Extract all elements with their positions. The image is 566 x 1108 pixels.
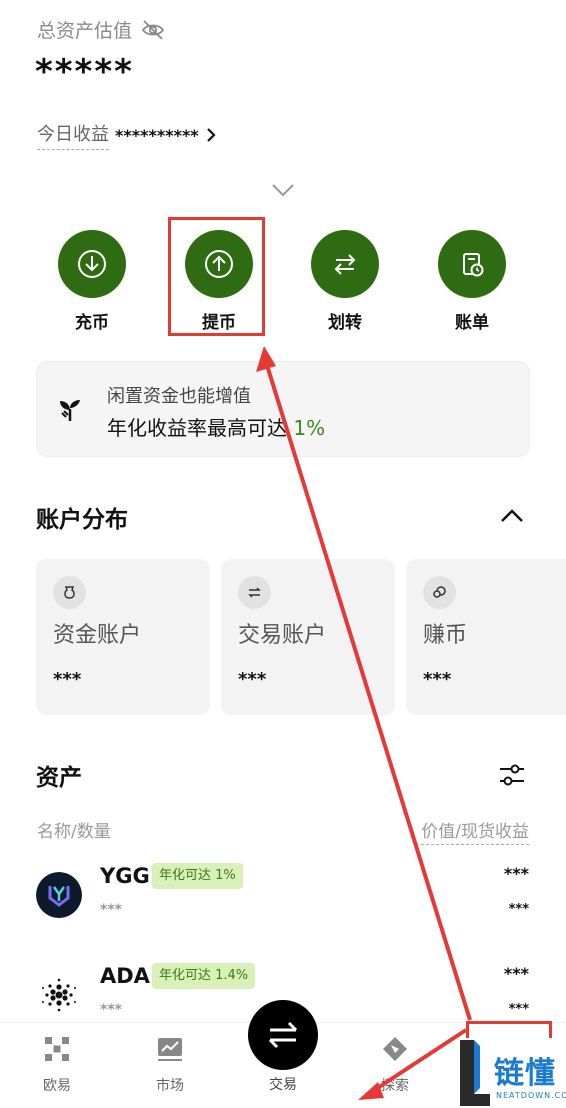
total-assets-text: 总资产估值 — [37, 20, 133, 42]
bill-label: 账单 — [455, 313, 489, 333]
exchange-icon — [248, 587, 261, 598]
sprout-icon — [60, 400, 80, 421]
asset-amount: *** — [100, 902, 122, 918]
transfer-button[interactable]: 划转 — [295, 230, 395, 333]
filter-icon[interactable] — [497, 760, 527, 790]
funding-account-value: *** — [53, 669, 82, 690]
funding-icon-wrap — [53, 576, 86, 609]
earn-account-name: 赚币 — [423, 623, 468, 648]
nav-label-trade: 交易 — [269, 1077, 297, 1093]
nav-label: 欧易 — [43, 1078, 71, 1094]
transfer-circle — [311, 230, 379, 298]
today-earnings-label: 今日收益 — [37, 120, 109, 150]
account-distribution-title: 账户分布 — [36, 507, 128, 533]
today-earnings-value: ********** — [115, 125, 199, 145]
apy-badge[interactable]: 年化可达 1.4% — [152, 963, 256, 989]
asset-amount: *** — [100, 1002, 122, 1018]
deposit-label: 充币 — [75, 313, 109, 333]
chevron-up-icon[interactable] — [498, 504, 526, 528]
asset-profit: *** — [508, 1002, 529, 1017]
bill-icon — [463, 253, 484, 277]
download-icon — [78, 250, 106, 278]
chevron-down-icon[interactable] — [270, 180, 296, 200]
okx-logo-icon — [45, 1037, 69, 1061]
promo-rate: 1% — [293, 416, 326, 440]
ada-coin-icon — [36, 972, 82, 1018]
asset-value: *** — [503, 964, 529, 983]
earn-account-value: *** — [423, 669, 452, 690]
watermark-brand: 链懂 — [494, 1056, 556, 1091]
wallet-icon — [64, 586, 75, 599]
earn-icon-wrap — [423, 576, 456, 609]
promo-card[interactable]: 闲置资金也能增值 年化收益率最高可达 1% — [36, 361, 530, 457]
promo-line2-text: 年化收益率最高可达 — [107, 416, 294, 440]
trade-fab-button[interactable] — [248, 1000, 318, 1070]
transfer-label: 划转 — [328, 313, 362, 333]
total-assets-label: 总资产估值 — [37, 16, 166, 43]
asset-value: *** — [503, 864, 529, 883]
annotation-highlight-box — [168, 217, 265, 336]
nav-label: 市场 — [156, 1078, 184, 1094]
trading-icon-wrap — [238, 576, 271, 609]
funding-account-name: 资金账户 — [53, 623, 142, 648]
watermark-url: NEATDOWN.COM — [496, 1091, 566, 1100]
nav-item-explore[interactable]: 探索 — [355, 1035, 435, 1095]
assets-col-name: 名称/数量 — [37, 822, 111, 842]
promo-line1: 闲置资金也能增值 — [107, 386, 251, 407]
asset-row-ygg[interactable]: YGG 年化可达 1% *** *** *** — [0, 852, 566, 942]
assets-col-value[interactable]: 价值/现货收益 — [421, 817, 529, 845]
coins-icon — [433, 586, 446, 598]
compass-icon — [383, 1037, 407, 1061]
promo-line2: 年化收益率最高可达 1% — [107, 412, 325, 441]
eye-hidden-icon[interactable] — [140, 17, 166, 43]
nav-item-market[interactable]: 市场 — [130, 1035, 210, 1095]
apy-badge[interactable]: 年化可达 1% — [152, 863, 243, 889]
asset-profit: *** — [508, 902, 529, 917]
trading-account-value: *** — [238, 669, 267, 690]
trading-account-card[interactable]: 交易账户 *** — [221, 559, 395, 715]
total-assets-value: ***** — [35, 52, 134, 92]
watermark: 链懂 NEATDOWN.COM — [452, 1038, 566, 1108]
nav-item-okx[interactable]: 欧易 — [17, 1035, 97, 1095]
assets-title: 资产 — [36, 765, 82, 791]
asset-symbol: YGG — [100, 864, 150, 888]
nav-label: 探索 — [381, 1078, 409, 1094]
market-chart-icon — [158, 1038, 182, 1061]
today-earnings[interactable]: 今日收益 ********** — [37, 120, 217, 150]
transfer-icon — [334, 254, 356, 275]
funding-account-card[interactable]: 资金账户 *** — [36, 559, 210, 715]
ygg-coin-icon — [36, 872, 82, 918]
swap-arrows-icon — [268, 1021, 298, 1049]
deposit-circle — [58, 230, 126, 298]
bill-circle — [438, 230, 506, 298]
trading-account-name: 交易账户 — [238, 623, 327, 648]
deposit-button[interactable]: 充币 — [42, 230, 142, 333]
earn-account-card[interactable]: 赚币 *** — [406, 559, 566, 715]
chevron-right-icon — [206, 128, 216, 142]
asset-symbol: ADA — [100, 964, 150, 988]
bill-button[interactable]: 账单 — [422, 230, 522, 333]
watermark-logo-icon — [460, 1040, 490, 1106]
